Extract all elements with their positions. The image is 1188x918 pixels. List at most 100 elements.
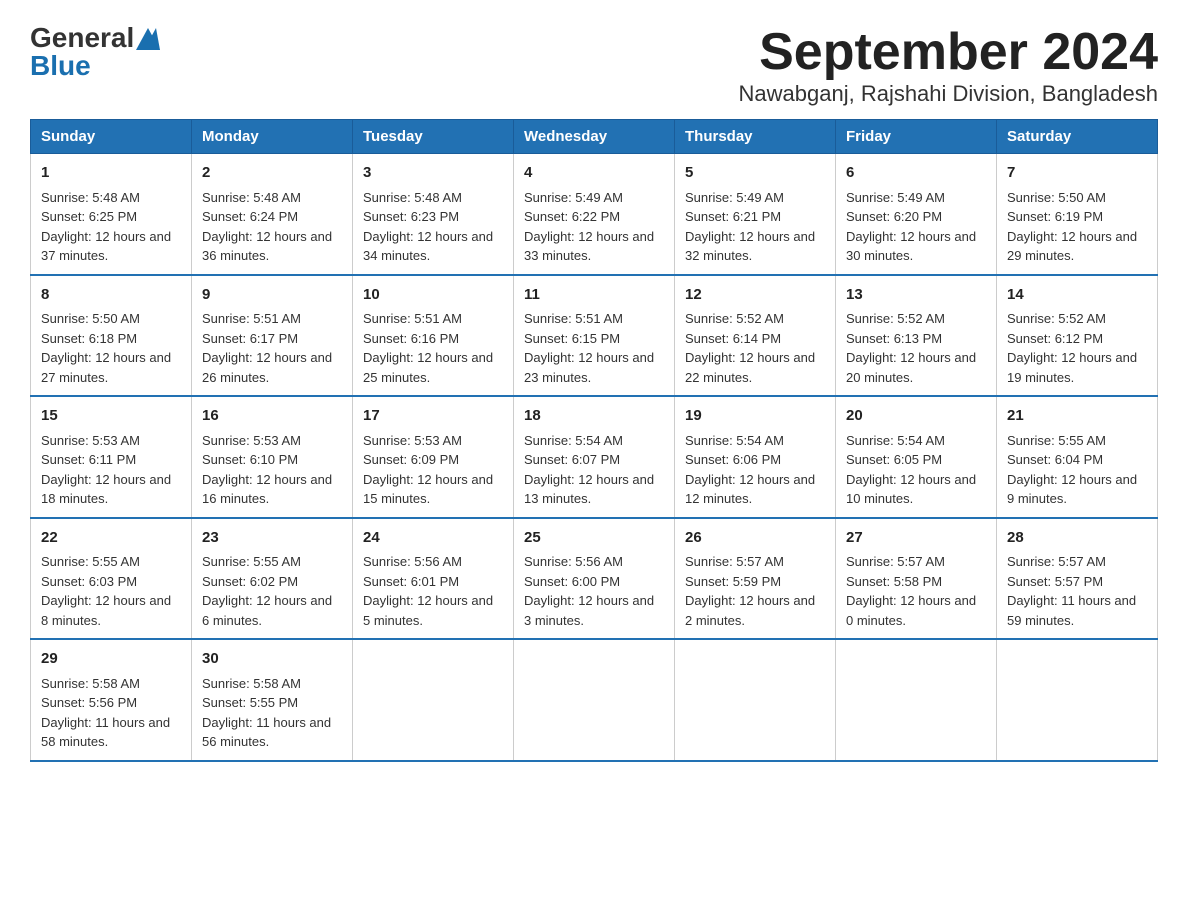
- calendar-cell: 27 Sunrise: 5:57 AM Sunset: 5:58 PM Dayl…: [836, 518, 997, 640]
- sunset-text: Sunset: 6:07 PM: [524, 452, 620, 467]
- calendar-cell: 4 Sunrise: 5:49 AM Sunset: 6:22 PM Dayli…: [514, 154, 675, 275]
- daylight-text: Daylight: 12 hours and 36 minutes.: [202, 229, 332, 264]
- sunset-text: Sunset: 6:05 PM: [846, 452, 942, 467]
- sunrise-text: Sunrise: 5:56 AM: [363, 554, 462, 569]
- day-number: 11: [524, 284, 664, 307]
- sunrise-text: Sunrise: 5:58 AM: [202, 676, 301, 691]
- calendar-cell: 24 Sunrise: 5:56 AM Sunset: 6:01 PM Dayl…: [353, 518, 514, 640]
- sunrise-text: Sunrise: 5:57 AM: [685, 554, 784, 569]
- day-number: 2: [202, 162, 342, 185]
- sunrise-text: Sunrise: 5:51 AM: [524, 311, 623, 326]
- calendar-cell: 29 Sunrise: 5:58 AM Sunset: 5:56 PM Dayl…: [31, 639, 192, 761]
- daylight-text: Daylight: 12 hours and 3 minutes.: [524, 593, 654, 628]
- day-number: 6: [846, 162, 986, 185]
- day-number: 9: [202, 284, 342, 307]
- calendar-cell: [836, 639, 997, 761]
- sunrise-text: Sunrise: 5:48 AM: [202, 190, 301, 205]
- day-number: 24: [363, 527, 503, 550]
- sunrise-text: Sunrise: 5:49 AM: [685, 190, 784, 205]
- day-header-saturday: Saturday: [997, 120, 1158, 154]
- sunrise-text: Sunrise: 5:54 AM: [685, 433, 784, 448]
- sunrise-text: Sunrise: 5:52 AM: [685, 311, 784, 326]
- daylight-text: Daylight: 12 hours and 33 minutes.: [524, 229, 654, 264]
- sunset-text: Sunset: 5:56 PM: [41, 695, 137, 710]
- day-header-sunday: Sunday: [31, 120, 192, 154]
- calendar-cell: 26 Sunrise: 5:57 AM Sunset: 5:59 PM Dayl…: [675, 518, 836, 640]
- day-number: 30: [202, 648, 342, 671]
- logo-blue: Blue: [30, 50, 91, 81]
- day-number: 13: [846, 284, 986, 307]
- calendar-cell: 21 Sunrise: 5:55 AM Sunset: 6:04 PM Dayl…: [997, 396, 1158, 518]
- day-number: 25: [524, 527, 664, 550]
- sunset-text: Sunset: 6:15 PM: [524, 331, 620, 346]
- calendar-cell: 22 Sunrise: 5:55 AM Sunset: 6:03 PM Dayl…: [31, 518, 192, 640]
- daylight-text: Daylight: 11 hours and 59 minutes.: [1007, 593, 1136, 628]
- daylight-text: Daylight: 12 hours and 20 minutes.: [846, 350, 976, 385]
- sunrise-text: Sunrise: 5:51 AM: [363, 311, 462, 326]
- daylight-text: Daylight: 12 hours and 13 minutes.: [524, 472, 654, 507]
- logo-triangle-icon: [136, 28, 160, 50]
- sunrise-text: Sunrise: 5:52 AM: [1007, 311, 1106, 326]
- sunrise-text: Sunrise: 5:49 AM: [846, 190, 945, 205]
- sunset-text: Sunset: 5:57 PM: [1007, 574, 1103, 589]
- calendar-cell: [353, 639, 514, 761]
- calendar-cell: 13 Sunrise: 5:52 AM Sunset: 6:13 PM Dayl…: [836, 275, 997, 397]
- daylight-text: Daylight: 12 hours and 16 minutes.: [202, 472, 332, 507]
- calendar-cell: 2 Sunrise: 5:48 AM Sunset: 6:24 PM Dayli…: [192, 154, 353, 275]
- calendar-week-row: 1 Sunrise: 5:48 AM Sunset: 6:25 PM Dayli…: [31, 154, 1158, 275]
- calendar-cell: 6 Sunrise: 5:49 AM Sunset: 6:20 PM Dayli…: [836, 154, 997, 275]
- calendar-week-row: 22 Sunrise: 5:55 AM Sunset: 6:03 PM Dayl…: [31, 518, 1158, 640]
- calendar-cell: [514, 639, 675, 761]
- sunset-text: Sunset: 6:23 PM: [363, 209, 459, 224]
- sunset-text: Sunset: 6:21 PM: [685, 209, 781, 224]
- sunrise-text: Sunrise: 5:52 AM: [846, 311, 945, 326]
- day-header-monday: Monday: [192, 120, 353, 154]
- calendar-cell: 12 Sunrise: 5:52 AM Sunset: 6:14 PM Dayl…: [675, 275, 836, 397]
- calendar-cell: 8 Sunrise: 5:50 AM Sunset: 6:18 PM Dayli…: [31, 275, 192, 397]
- daylight-text: Daylight: 12 hours and 18 minutes.: [41, 472, 171, 507]
- sunset-text: Sunset: 6:18 PM: [41, 331, 137, 346]
- daylight-text: Daylight: 12 hours and 2 minutes.: [685, 593, 815, 628]
- calendar-cell: 15 Sunrise: 5:53 AM Sunset: 6:11 PM Dayl…: [31, 396, 192, 518]
- calendar-cell: 16 Sunrise: 5:53 AM Sunset: 6:10 PM Dayl…: [192, 396, 353, 518]
- sunset-text: Sunset: 6:01 PM: [363, 574, 459, 589]
- day-number: 18: [524, 405, 664, 428]
- daylight-text: Daylight: 12 hours and 26 minutes.: [202, 350, 332, 385]
- daylight-text: Daylight: 12 hours and 10 minutes.: [846, 472, 976, 507]
- sunset-text: Sunset: 5:59 PM: [685, 574, 781, 589]
- calendar-cell: 18 Sunrise: 5:54 AM Sunset: 6:07 PM Dayl…: [514, 396, 675, 518]
- day-number: 21: [1007, 405, 1147, 428]
- daylight-text: Daylight: 12 hours and 27 minutes.: [41, 350, 171, 385]
- sunrise-text: Sunrise: 5:49 AM: [524, 190, 623, 205]
- daylight-text: Daylight: 12 hours and 30 minutes.: [846, 229, 976, 264]
- sunset-text: Sunset: 6:00 PM: [524, 574, 620, 589]
- day-number: 14: [1007, 284, 1147, 307]
- daylight-text: Daylight: 12 hours and 29 minutes.: [1007, 229, 1137, 264]
- calendar-cell: 9 Sunrise: 5:51 AM Sunset: 6:17 PM Dayli…: [192, 275, 353, 397]
- daylight-text: Daylight: 11 hours and 56 minutes.: [202, 715, 331, 750]
- daylight-text: Daylight: 12 hours and 22 minutes.: [685, 350, 815, 385]
- sunrise-text: Sunrise: 5:54 AM: [524, 433, 623, 448]
- day-number: 17: [363, 405, 503, 428]
- calendar-cell: 5 Sunrise: 5:49 AM Sunset: 6:21 PM Dayli…: [675, 154, 836, 275]
- sunset-text: Sunset: 6:13 PM: [846, 331, 942, 346]
- page-header: General Blue September 2024 Nawabganj, R…: [30, 24, 1158, 107]
- sunrise-text: Sunrise: 5:53 AM: [202, 433, 301, 448]
- day-number: 22: [41, 527, 181, 550]
- day-number: 27: [846, 527, 986, 550]
- logo-general: General: [30, 24, 134, 52]
- sunset-text: Sunset: 6:14 PM: [685, 331, 781, 346]
- sunrise-text: Sunrise: 5:53 AM: [363, 433, 462, 448]
- sunrise-text: Sunrise: 5:56 AM: [524, 554, 623, 569]
- sunset-text: Sunset: 6:12 PM: [1007, 331, 1103, 346]
- day-header-friday: Friday: [836, 120, 997, 154]
- sunset-text: Sunset: 6:03 PM: [41, 574, 137, 589]
- day-number: 7: [1007, 162, 1147, 185]
- daylight-text: Daylight: 12 hours and 32 minutes.: [685, 229, 815, 264]
- sunrise-text: Sunrise: 5:55 AM: [1007, 433, 1106, 448]
- calendar-cell: 11 Sunrise: 5:51 AM Sunset: 6:15 PM Dayl…: [514, 275, 675, 397]
- calendar-cell: 25 Sunrise: 5:56 AM Sunset: 6:00 PM Dayl…: [514, 518, 675, 640]
- daylight-text: Daylight: 12 hours and 25 minutes.: [363, 350, 493, 385]
- day-header-tuesday: Tuesday: [353, 120, 514, 154]
- calendar-cell: 14 Sunrise: 5:52 AM Sunset: 6:12 PM Dayl…: [997, 275, 1158, 397]
